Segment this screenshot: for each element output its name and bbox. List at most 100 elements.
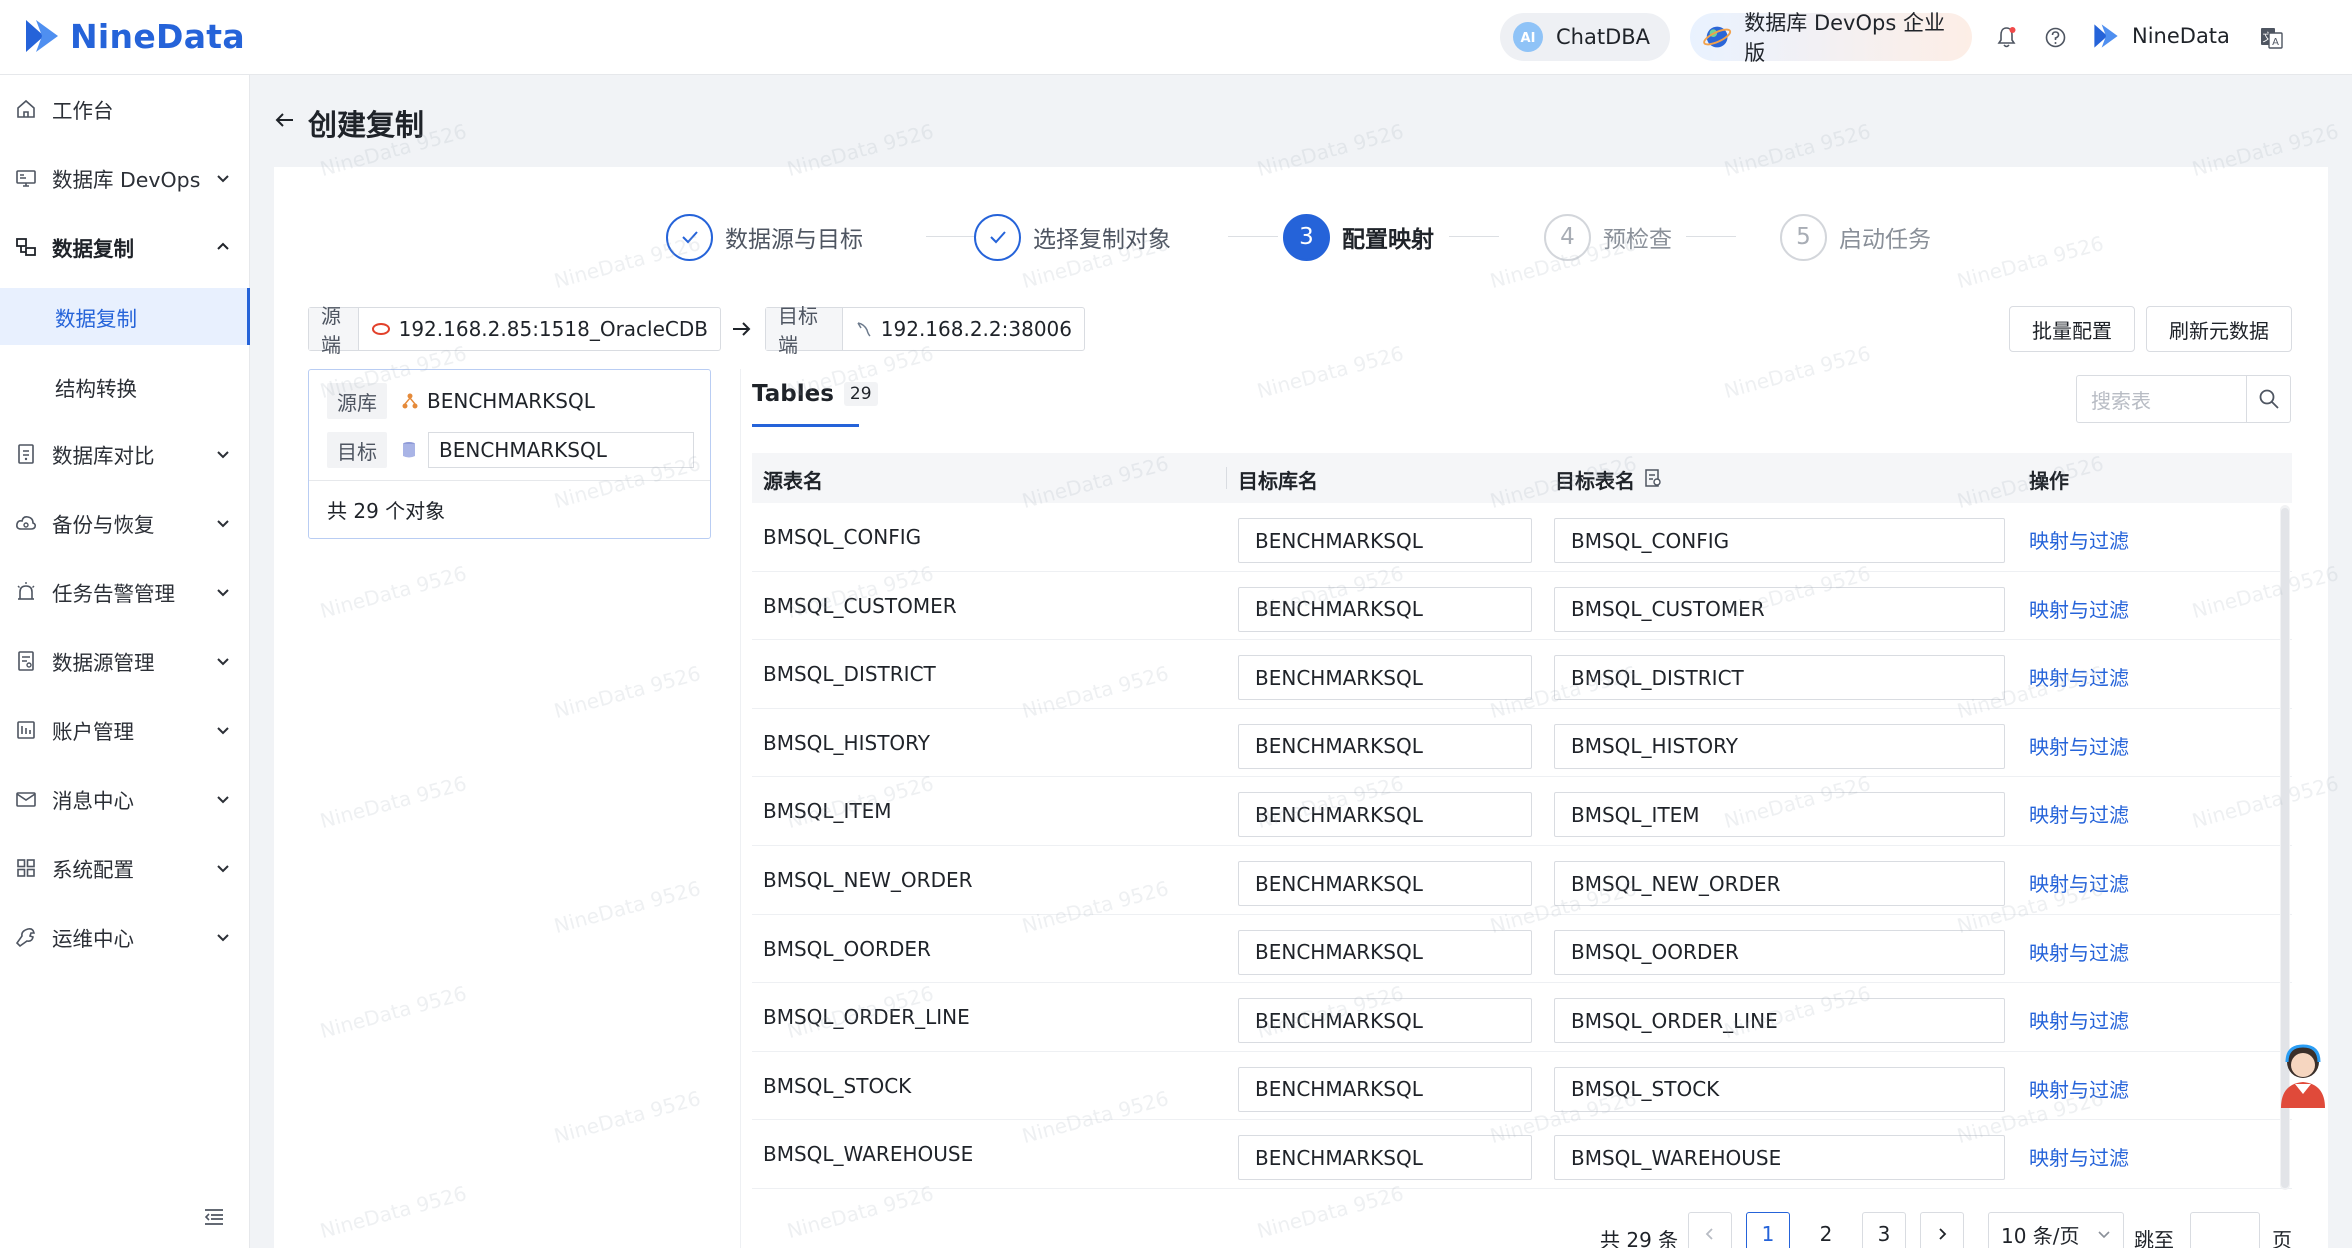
target-db-tag: 目标 (327, 432, 387, 468)
target-table-field[interactable]: BMSQL_NEW_ORDER (1554, 861, 2005, 906)
chatdba-button[interactable]: AI ChatDBA (1500, 13, 1670, 61)
source-db-name: BENCHMARKSQL (427, 389, 595, 413)
pagination-page-1[interactable]: 1 (1746, 1212, 1790, 1248)
map-filter-link[interactable]: 映射与过滤 (2029, 937, 2129, 966)
target-table-field[interactable]: BMSQL_WAREHOUSE (1554, 1135, 2005, 1181)
target-db-field[interactable]: BENCHMARKSQL (1238, 929, 1532, 975)
source-db-row: 源库 BENCHMARKSQL (327, 383, 595, 419)
map-filter-link[interactable]: 映射与过滤 (2029, 1074, 2129, 1103)
target-table-field[interactable]: BMSQL_HISTORY (1554, 723, 2005, 769)
logo[interactable]: NineData (20, 12, 245, 60)
target-db-field[interactable]: BENCHMARKSQL (1238, 1066, 1532, 1112)
sidebar-subitem-replication[interactable]: 数据复制 (0, 288, 250, 345)
sidebar-item-ops-center[interactable]: 运维中心 (0, 908, 250, 965)
target-db-field[interactable]: BENCHMARKSQL (1238, 723, 1532, 769)
page-size-select[interactable]: 10 条/页 (1988, 1212, 2124, 1248)
step-2: 选择复制对象 (974, 212, 1171, 262)
target-table-field[interactable]: BMSQL_CUSTOMER (1554, 586, 2005, 632)
page-size-value: 10 条/页 (2001, 1223, 2080, 1248)
devops-enterprise-button[interactable]: 数据库 DevOps 企业版 (1690, 11, 1972, 65)
sidebar-subitem-schema-convert[interactable]: 结构转换 (0, 358, 250, 415)
sidebar-item-label: 数据库 DevOps (52, 167, 201, 192)
target-db-field[interactable]: BENCHMARKSQL (1238, 1135, 1532, 1181)
replication-icon (16, 237, 36, 256)
batch-config-button[interactable]: 批量配置 (2009, 306, 2135, 352)
jump-page-input[interactable] (2190, 1212, 2260, 1248)
map-filter-link[interactable]: 映射与过滤 (2029, 799, 2129, 828)
target-db-field[interactable]: BENCHMARKSQL (1238, 586, 1532, 632)
wrench-icon (15, 927, 35, 947)
sidebar-item-account[interactable]: 账户管理 (0, 701, 250, 758)
pagination-next-button[interactable] (1920, 1212, 1964, 1248)
target-db-field[interactable]: BENCHMARKSQL (1238, 998, 1532, 1044)
chevron-down-icon (217, 657, 229, 665)
back-arrow-icon[interactable] (273, 108, 297, 132)
notification-bell-icon[interactable] (1993, 24, 2020, 51)
table-row: BMSQL_ORDER_LINE BENCHMARKSQL BMSQL_ORDE… (752, 983, 2292, 1052)
pagination-page-3[interactable]: 3 (1862, 1212, 1906, 1248)
target-table-field[interactable]: BMSQL_OORDER (1554, 929, 2005, 975)
sidebar-item-replication[interactable]: 数据复制 (0, 218, 250, 275)
table-row: BMSQL_CUSTOMER BENCHMARKSQL BMSQL_CUSTOM… (752, 572, 2292, 641)
sidebar-item-devops[interactable]: 数据库 DevOps (0, 149, 250, 206)
help-icon[interactable] (2042, 24, 2069, 51)
source-table-name: BMSQL_CUSTOMER (763, 593, 957, 618)
tab-label: Tables (752, 381, 834, 407)
sidebar-item-workbench[interactable]: 工作台 (0, 80, 250, 137)
map-filter-link[interactable]: 映射与过滤 (2029, 731, 2129, 760)
sidebar-collapse-icon[interactable] (202, 1205, 226, 1229)
language-switch-icon[interactable]: 文A (2258, 24, 2285, 51)
sidebar-item-label: 数据复制 (55, 306, 137, 331)
target-table-field[interactable]: BMSQL_ITEM (1554, 792, 2005, 838)
edit-doc-icon[interactable] (1643, 468, 1663, 488)
header-target-db: 目标库名 (1238, 469, 1318, 493)
mail-icon (16, 791, 36, 807)
support-agent-icon[interactable] (2275, 1040, 2330, 1108)
map-filter-link[interactable]: 映射与过滤 (2029, 662, 2129, 691)
target-db-field[interactable]: BENCHMARKSQL (1238, 655, 1532, 701)
tab-tables[interactable]: Tables 29 (752, 381, 878, 429)
refresh-metadata-button[interactable]: 刷新元数据 (2146, 306, 2292, 352)
sidebar-item-alarm[interactable]: 任务告警管理 (0, 563, 250, 620)
table-search[interactable]: 搜索表 (2076, 375, 2291, 423)
chevron-down-icon (217, 519, 229, 527)
object-count: 共 29 个对象 (327, 499, 446, 523)
sidebar-item-db-compare[interactable]: 数据库对比 (0, 425, 250, 482)
alarm-icon (17, 581, 35, 600)
source-table-name: BMSQL_CONFIG (763, 525, 922, 549)
search-button[interactable] (2246, 376, 2290, 422)
map-filter-link[interactable]: 映射与过滤 (2029, 1142, 2129, 1171)
chevron-up-icon (217, 242, 229, 250)
map-filter-link[interactable]: 映射与过滤 (2029, 594, 2129, 623)
sidebar-item-backup[interactable]: 备份与恢复 (0, 494, 250, 551)
chevron-down-icon (217, 174, 229, 182)
source-table-name: BMSQL_HISTORY (763, 730, 930, 755)
sidebar-item-system-config[interactable]: 系统配置 (0, 839, 250, 896)
search-icon (2259, 389, 2279, 409)
user-menu[interactable]: NineData (2090, 15, 2230, 57)
search-input[interactable]: 搜索表 (2077, 385, 2246, 414)
target-table-field[interactable]: BMSQL_STOCK (1554, 1066, 2005, 1112)
source-table-name: BMSQL_ITEM (763, 799, 892, 824)
table-row: BMSQL_WAREHOUSE BENCHMARKSQL BMSQL_WAREH… (752, 1120, 2292, 1189)
pagination-page-2[interactable]: 2 (1804, 1212, 1848, 1248)
map-filter-link[interactable]: 映射与过滤 (2029, 1005, 2129, 1034)
target-db-field[interactable]: BENCHMARKSQL (1238, 861, 1532, 906)
target-db-input[interactable]: BENCHMARKSQL (428, 432, 694, 468)
chevron-down-icon (217, 588, 229, 596)
ninedata-logo-icon (26, 20, 58, 52)
sidebar-item-label: 数据库对比 (52, 443, 155, 468)
target-table-field[interactable]: BMSQL_DISTRICT (1554, 655, 2005, 701)
pagination-prev-button[interactable] (1688, 1212, 1732, 1248)
sidebar-item-messages[interactable]: 消息中心 (0, 770, 250, 827)
target-table-field[interactable]: BMSQL_CONFIG (1554, 518, 2005, 563)
target-db-field[interactable]: BENCHMARKSQL (1238, 792, 1532, 838)
step-label: 预检查 (1603, 227, 1672, 253)
map-filter-link[interactable]: 映射与过滤 (2029, 868, 2129, 897)
source-table-name: BMSQL_NEW_ORDER (763, 868, 973, 892)
map-filter-link[interactable]: 映射与过滤 (2029, 525, 2129, 554)
sidebar-item-label: 数据源管理 (52, 650, 155, 675)
sidebar-item-datasource[interactable]: 数据源管理 (0, 632, 250, 689)
target-table-field[interactable]: BMSQL_ORDER_LINE (1554, 998, 2005, 1044)
target-db-field[interactable]: BENCHMARKSQL (1238, 518, 1532, 563)
